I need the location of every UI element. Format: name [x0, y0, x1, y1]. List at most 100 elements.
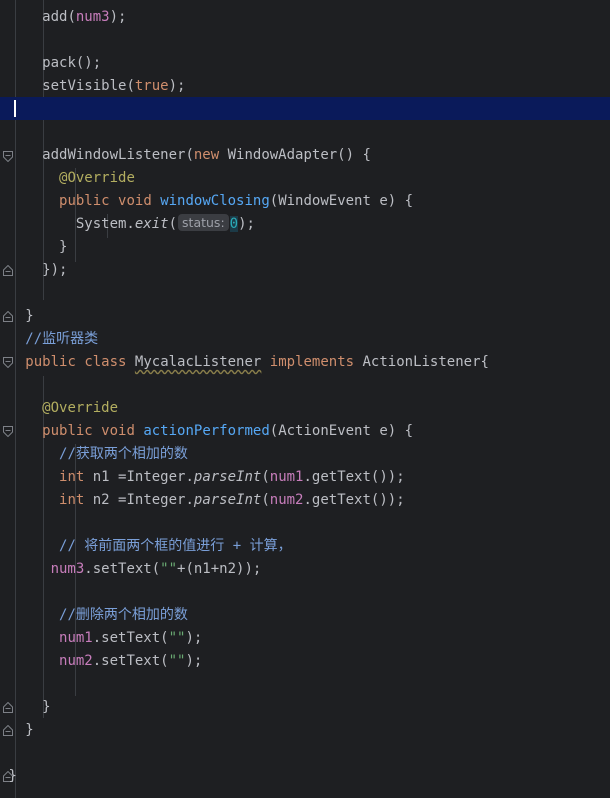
method-call: .getText()); — [303, 492, 405, 508]
code-line[interactable]: addWindowListener(new WindowAdapter() { — [0, 144, 610, 167]
code-line[interactable]: pack(); — [0, 52, 610, 75]
comment: // 将前面两个框的值进行 + 计算， — [59, 538, 292, 554]
brace: } — [8, 768, 17, 784]
brace: } — [59, 239, 68, 255]
code-line[interactable]: // 将前面两个框的值进行 + 计算， — [0, 535, 610, 558]
number-literal: 0 — [229, 216, 239, 232]
keyword: new — [193, 147, 220, 163]
code-line[interactable]: int n2 =Integer.parseInt(num2.getText())… — [0, 489, 610, 512]
punctuation: ( — [261, 492, 270, 508]
code-line[interactable]: num2.setText(""); — [0, 650, 610, 673]
code-line[interactable]: //删除两个相加的数 — [0, 604, 610, 627]
static-method: parseInt — [193, 492, 262, 508]
code-line[interactable]: //获取两个相加的数 — [0, 443, 610, 466]
code-line[interactable]: public void actionPerformed(ActionEvent … — [0, 420, 610, 443]
expression: +(n1+n2)); — [177, 561, 262, 577]
code-line[interactable]: @Override — [0, 397, 610, 420]
current-line-highlight — [0, 97, 610, 120]
method-call: .setText( — [84, 561, 161, 577]
code-line[interactable]: } — [0, 765, 610, 788]
method-call: .setText( — [92, 653, 169, 669]
method-call: .setText( — [92, 630, 169, 646]
code-line[interactable]: add(num3); — [0, 6, 610, 29]
code-line[interactable]: public class MycalacListener implements … — [0, 351, 610, 374]
method-declaration: actionPerformed — [143, 423, 270, 439]
keyword: int — [59, 469, 85, 485]
code-line[interactable]: @Override — [0, 167, 610, 190]
string-literal: "" — [160, 561, 178, 577]
code-line[interactable]: int n1 =Integer.parseInt(num1.getText())… — [0, 466, 610, 489]
code-line[interactable]: //监听器类 — [0, 328, 610, 351]
class-ref: System. — [75, 216, 135, 232]
statement: n1 =Integer. — [84, 469, 194, 485]
parameters: (ActionEvent e) { — [269, 423, 414, 439]
punctuation: ); — [185, 653, 203, 669]
code-line[interactable]: } — [0, 719, 610, 742]
keyword: implements — [269, 354, 355, 370]
string-literal: "" — [168, 653, 186, 669]
statement: n2 =Integer. — [84, 492, 194, 508]
comment: //删除两个相加的数 — [59, 607, 188, 623]
code-line[interactable]: } — [0, 305, 610, 328]
string-literal: "" — [168, 630, 186, 646]
field-ref: num3 — [50, 561, 85, 577]
keyword: class — [84, 354, 127, 370]
punctuation: ( — [168, 216, 178, 232]
method-call: addWindowListener( — [42, 147, 194, 163]
code-editor[interactable]: add(num3); pack(); setVisible(true); add… — [0, 0, 610, 798]
static-method: parseInt — [193, 469, 262, 485]
punctuation: ); — [185, 630, 203, 646]
static-method: exit — [134, 216, 169, 232]
keyword: int — [59, 492, 85, 508]
punctuation: ); — [238, 216, 255, 232]
code-line[interactable]: } — [0, 236, 610, 259]
punctuation: ); — [168, 78, 186, 94]
method-call: setVisible( — [42, 78, 135, 94]
code-line[interactable]: System.exit(status: 0); — [0, 213, 610, 236]
brace: } — [25, 308, 34, 324]
parameter-hint: status: — [178, 214, 229, 231]
text-caret — [14, 100, 16, 117]
code-line[interactable]: num1.setText(""); — [0, 627, 610, 650]
code-line[interactable]: public void windowClosing(WindowEvent e)… — [0, 190, 610, 213]
field-ref: num1 — [59, 630, 93, 646]
method-call: .getText()); — [303, 469, 405, 485]
method-declaration: windowClosing — [160, 193, 270, 209]
annotation: @Override — [59, 170, 135, 186]
keyword: public — [25, 354, 76, 370]
code-line[interactable]: } — [0, 696, 610, 719]
code-line[interactable]: setVisible(true); — [0, 75, 610, 98]
field-ref: num3 — [75, 9, 110, 25]
brace: } — [25, 722, 34, 738]
code-line[interactable]: num3.setText(""+(n1+n2)); — [0, 558, 610, 581]
field-ref: num1 — [269, 469, 304, 485]
comment: //获取两个相加的数 — [59, 446, 188, 462]
code-line[interactable]: }); — [0, 259, 610, 282]
keyword: void — [118, 193, 152, 209]
field-ref: num2 — [269, 492, 304, 508]
brace: }); — [42, 262, 68, 278]
keyword: public — [42, 423, 93, 439]
keyword: void — [101, 423, 135, 439]
punctuation: ( — [261, 469, 270, 485]
